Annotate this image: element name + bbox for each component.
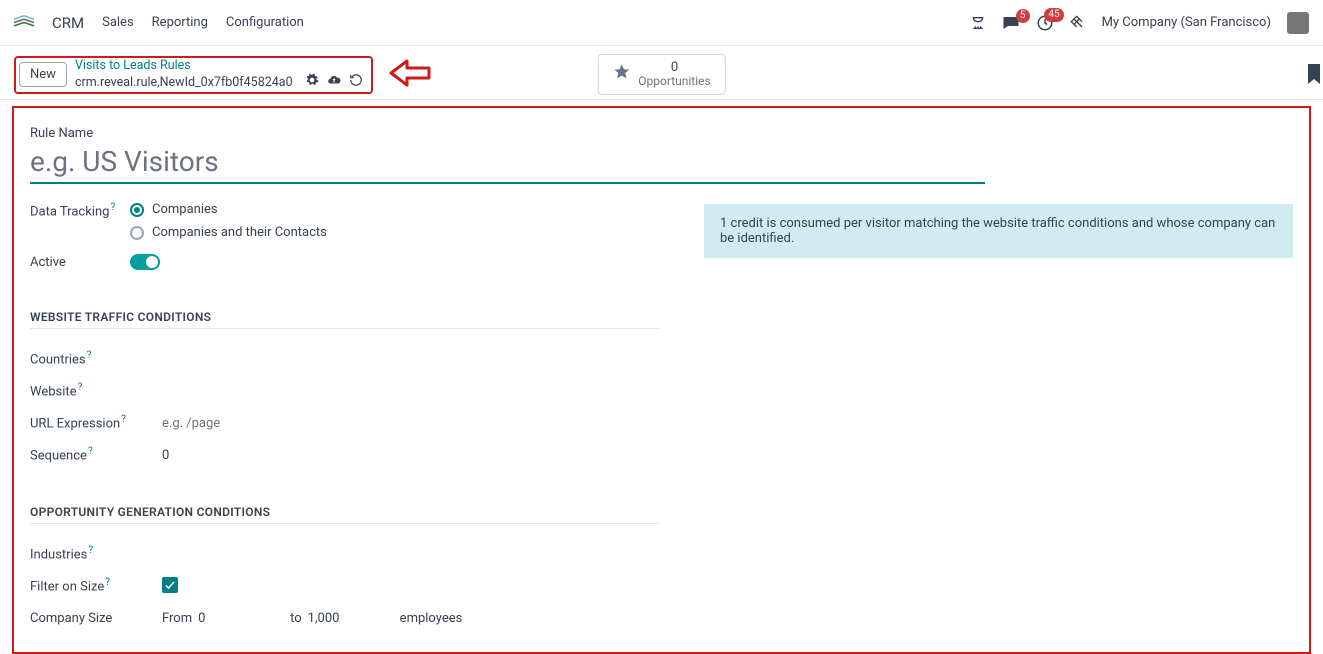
url-expression-input[interactable] — [162, 414, 362, 433]
star-icon — [612, 63, 630, 85]
opportunities-button[interactable]: 0 Opportunities — [597, 54, 725, 95]
tools-icon[interactable] — [1070, 15, 1086, 31]
active-label: Active — [30, 255, 130, 270]
help-icon[interactable]: ? — [78, 382, 83, 393]
help-icon[interactable]: ? — [88, 446, 93, 457]
app-logo-icon[interactable] — [14, 15, 34, 31]
data-tracking-label: Data Tracking? — [30, 202, 130, 219]
radio-companies-contacts[interactable]: Companies and their Contacts — [130, 225, 327, 240]
action-row: New Visits to Leads Rules crm.reveal.rul… — [0, 46, 1323, 100]
menu-configuration[interactable]: Configuration — [226, 15, 304, 30]
active-toggle[interactable] — [130, 254, 160, 270]
divider — [30, 328, 660, 329]
to-label: to — [290, 611, 302, 626]
website-label: Website? — [30, 382, 162, 399]
company-size-label: Company Size — [30, 611, 162, 626]
top-bar: CRM Sales Reporting Configuration 5 45 M… — [0, 0, 1323, 46]
app-name[interactable]: CRM — [52, 14, 84, 32]
data-tracking-radio-group: Companies Companies and their Contacts — [130, 202, 327, 240]
breadcrumb-record-id: crm.reveal.rule,NewId_0x7fb0f45824a0 — [75, 75, 293, 90]
menu-sales[interactable]: Sales — [102, 15, 134, 30]
help-icon[interactable]: ? — [88, 545, 93, 556]
industries-label: Industries? — [30, 545, 162, 562]
menu-reporting[interactable]: Reporting — [152, 15, 208, 30]
help-icon[interactable]: ? — [110, 202, 115, 213]
filter-size-label: Filter on Size? — [30, 577, 162, 594]
cloud-upload-icon[interactable] — [327, 73, 341, 91]
company-size-to-input[interactable] — [308, 611, 394, 626]
breadcrumb-sub: crm.reveal.rule,NewId_0x7fb0f45824a0 — [75, 73, 363, 91]
radio-companies[interactable]: Companies — [130, 202, 327, 217]
topbar-right: 5 45 My Company (San Francisco) — [970, 12, 1309, 34]
info-banner: 1 credit is consumed per visitor matchin… — [704, 204, 1293, 258]
section-traffic-title: WEBSITE TRAFFIC CONDITIONS — [30, 310, 660, 324]
breadcrumb-highlight-box: New Visits to Leads Rules crm.reveal.rul… — [14, 56, 373, 94]
activities-icon[interactable]: 45 — [1036, 14, 1054, 32]
filter-size-checkbox[interactable] — [162, 577, 178, 593]
company-size-from-input[interactable] — [198, 611, 284, 626]
discard-icon[interactable] — [349, 73, 363, 91]
annotation-arrow-icon — [389, 57, 433, 93]
messages-badge: 5 — [1016, 9, 1030, 23]
sequence-label: Sequence? — [30, 446, 162, 463]
from-label: From — [162, 611, 192, 626]
topbar-left: CRM Sales Reporting Configuration — [14, 14, 304, 32]
new-button[interactable]: New — [19, 62, 67, 87]
messages-icon[interactable]: 5 — [1002, 15, 1020, 31]
url-expression-label: URL Expression? — [30, 414, 162, 431]
gear-icon[interactable] — [305, 73, 319, 91]
company-selector[interactable]: My Company (San Francisco) — [1102, 15, 1271, 30]
sequence-input[interactable]: 0 — [162, 448, 660, 463]
section-opportunity-title: OPPORTUNITY GENERATION CONDITIONS — [30, 505, 660, 519]
breadcrumb-texts: Visits to Leads Rules crm.reveal.rule,Ne… — [75, 58, 363, 91]
radio-unchecked-icon — [130, 226, 144, 240]
activities-badge: 45 — [1044, 8, 1063, 22]
help-icon[interactable]: ? — [121, 414, 126, 425]
user-avatar-icon[interactable] — [1287, 12, 1309, 34]
voip-icon[interactable] — [970, 15, 986, 31]
radio-checked-icon — [130, 203, 144, 217]
help-icon[interactable]: ? — [105, 577, 110, 588]
employees-label: employees — [400, 611, 463, 626]
help-icon[interactable]: ? — [87, 350, 92, 361]
breadcrumb-link[interactable]: Visits to Leads Rules — [75, 58, 363, 73]
rule-name-input[interactable] — [30, 143, 985, 184]
opportunities-label: Opportunities — [638, 75, 710, 88]
rule-name-label: Rule Name — [30, 126, 1293, 141]
opportunities-count: 0 — [638, 61, 710, 75]
divider — [30, 523, 660, 524]
bookmark-icon[interactable] — [1307, 64, 1321, 88]
form-sheet: Rule Name Data Tracking? Companies Compa… — [12, 106, 1311, 654]
countries-label: Countries? — [30, 350, 162, 367]
